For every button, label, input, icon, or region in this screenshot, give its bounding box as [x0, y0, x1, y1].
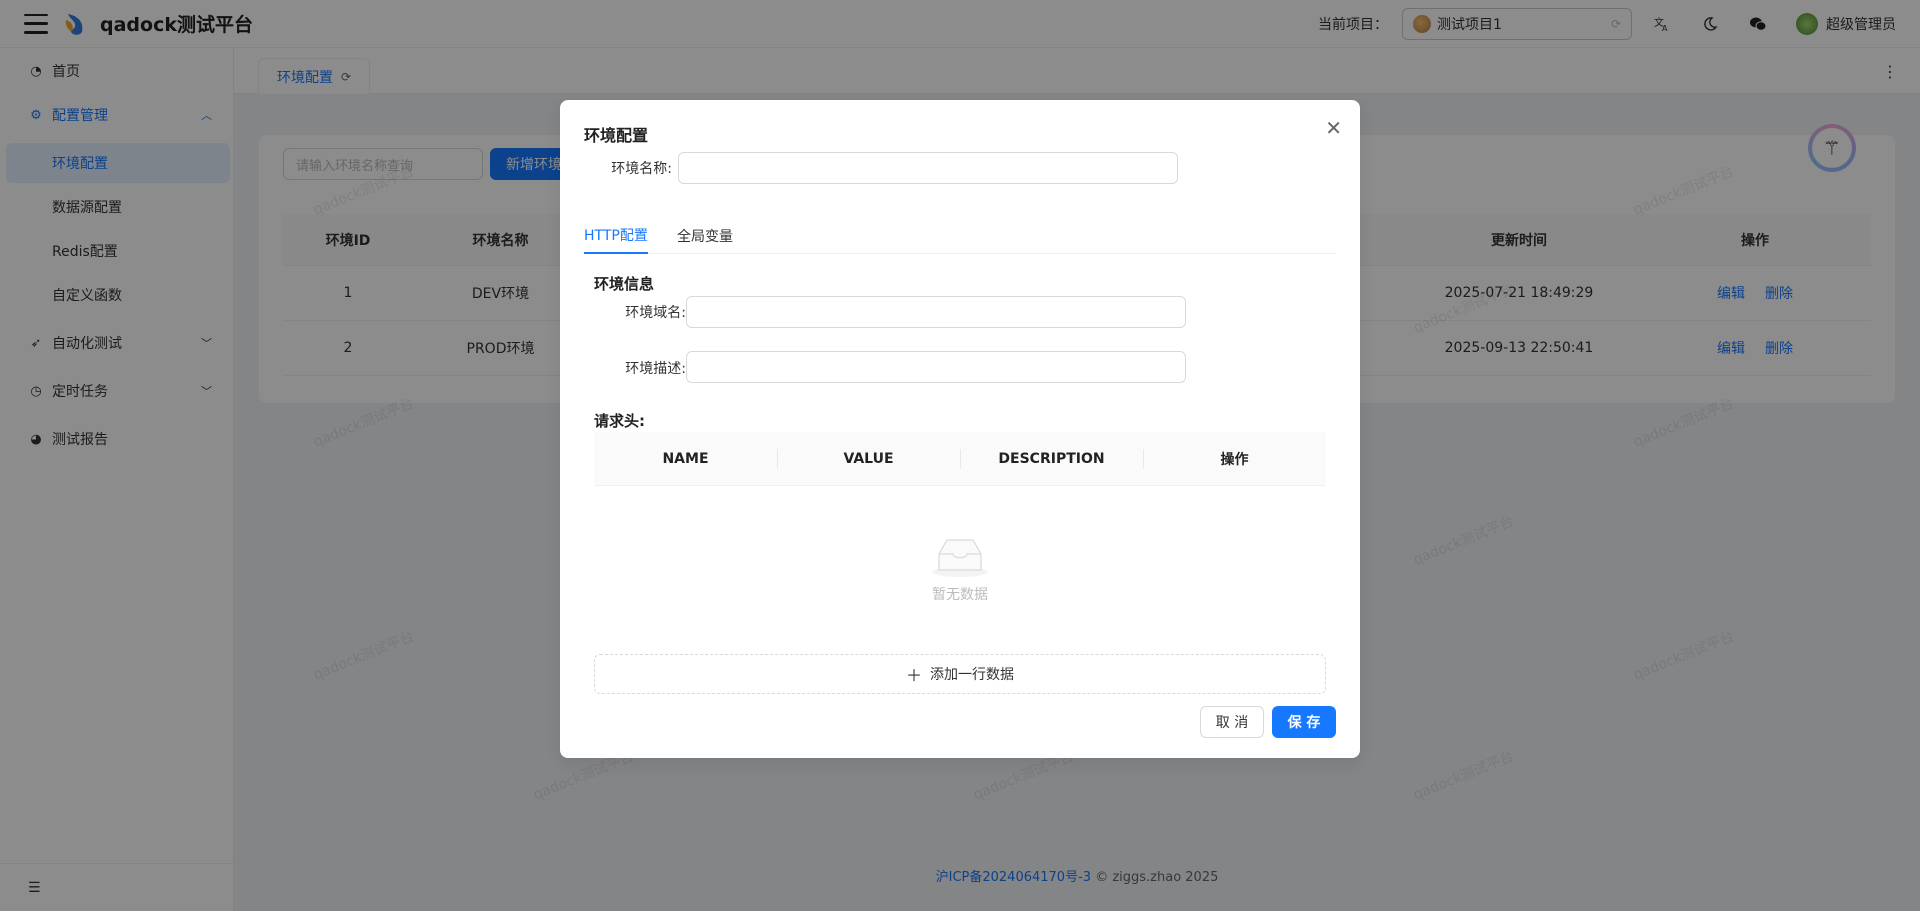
domain-label: 环境域名: — [625, 305, 686, 321]
headers-title: 请求头: — [594, 412, 645, 430]
column-header: NAME — [662, 451, 709, 467]
empty-text: 暂无数据 — [932, 587, 988, 603]
add-row-label: 添加一行数据 — [930, 667, 1014, 683]
env-name-label: 环境名称: — [611, 161, 672, 177]
cancel-button[interactable]: 取 消 — [1200, 706, 1264, 738]
env-config-modal: 环境配置 ✕ 环境名称: HTTP配置 全局变量 环境信息 环境域名: 环境描述… — [560, 100, 1360, 758]
tab-http-config[interactable]: HTTP配置 — [584, 218, 648, 254]
column-header: 操作 — [1220, 452, 1249, 468]
description-field[interactable] — [686, 351, 1186, 383]
plus-icon: ＋ — [905, 666, 922, 685]
column-header: DESCRIPTION — [998, 451, 1105, 467]
env-name-field[interactable] — [678, 152, 1178, 184]
env-info-title: 环境信息 — [594, 275, 655, 293]
tab-global-vars[interactable]: 全局变量 — [677, 218, 733, 254]
column-header: VALUE — [843, 451, 894, 467]
empty-inbox-icon — [932, 539, 988, 577]
request-headers-table: NAME VALUE DESCRIPTION 操作 — [594, 432, 1326, 486]
domain-field[interactable] — [686, 296, 1186, 328]
modal-title: 环境配置 — [584, 126, 649, 145]
desc-label: 环境描述: — [625, 361, 686, 377]
close-icon[interactable]: ✕ — [1325, 116, 1342, 140]
modal-tabs: HTTP配置 全局变量 — [584, 218, 1336, 254]
add-row-button[interactable]: ＋ 添加一行数据 — [594, 654, 1326, 694]
save-button[interactable]: 保 存 — [1272, 706, 1336, 738]
